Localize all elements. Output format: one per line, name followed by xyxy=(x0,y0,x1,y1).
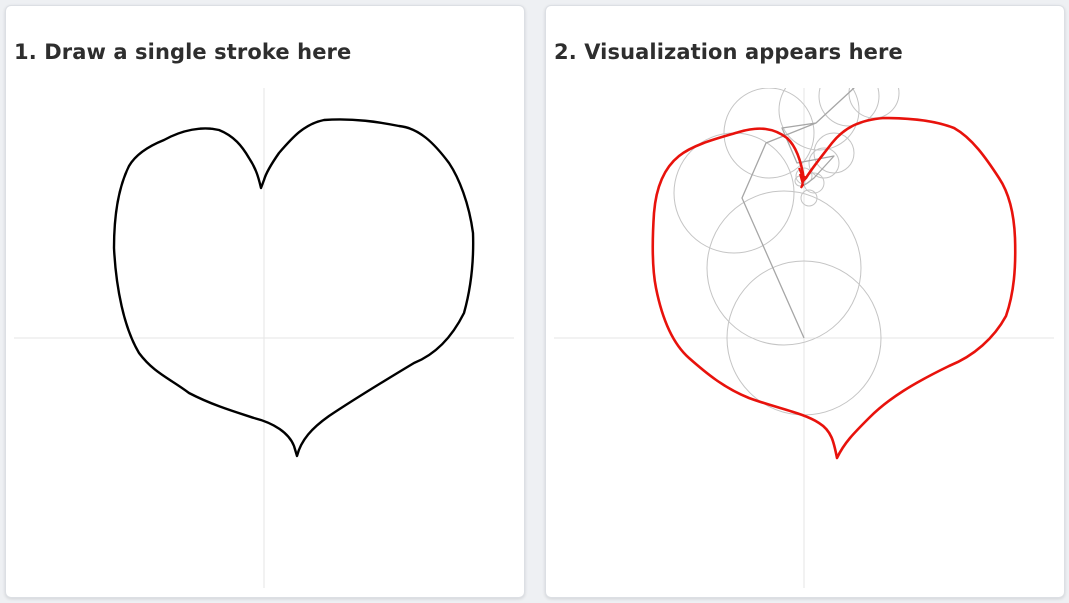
drawn-heart-stroke xyxy=(112,118,475,458)
visualization-panel: 2. Visualization appears here xyxy=(545,5,1065,598)
visualization-panel-title: 2. Visualization appears here xyxy=(554,40,903,64)
visualization-canvas xyxy=(554,88,1054,588)
traced-heart xyxy=(651,116,1017,460)
draw-panel: 1. Draw a single stroke here xyxy=(5,5,525,598)
draw-panel-title: 1. Draw a single stroke here xyxy=(14,40,352,64)
drawing-canvas[interactable] xyxy=(14,88,514,588)
